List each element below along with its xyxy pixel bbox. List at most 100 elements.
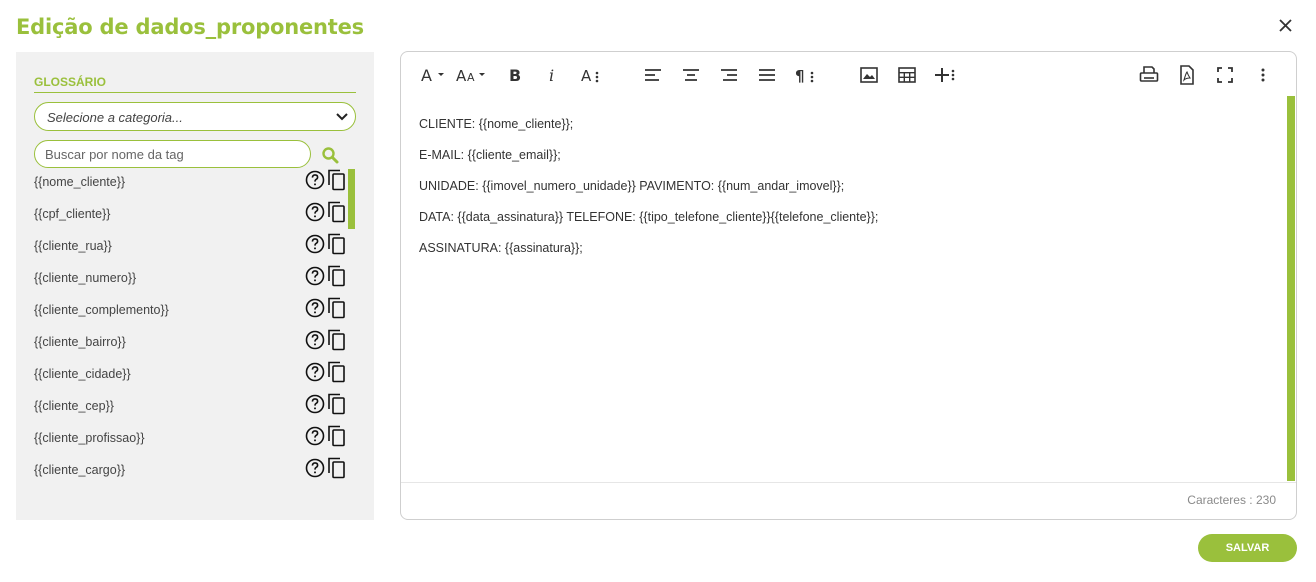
tag-name: {{cpf_cliente}} [34,207,111,221]
editor-content[interactable]: CLIENTE: {{nome_cliente}}; E-MAIL: {{cli… [419,116,1279,271]
insert-image-button[interactable] [858,64,880,86]
editor-line: E-MAIL: {{cliente_email}}; [419,148,561,162]
rich-text-editor: A AA B i A ¶ CLIENTE: {{nome_cliente}}; … [400,51,1297,520]
svg-text:A: A [421,66,432,85]
help-icon[interactable] [305,298,325,318]
glossary-divider [34,92,356,93]
copy-icon[interactable] [328,457,346,479]
align-right-icon [721,69,737,81]
editor-line: ASSINATURA: {{assinatura}}; [419,241,583,255]
editor-scrollbar[interactable] [1287,96,1295,481]
editor-line: UNIDADE: {{imovel_numero_unidade}} PAVIM… [419,179,845,193]
copy-icon[interactable] [328,201,346,223]
copy-icon[interactable] [328,361,346,383]
help-icon[interactable] [305,330,325,350]
tag-row: {{cliente_cargo}} [34,454,356,486]
tag-name: {{cliente_bairro}} [34,335,126,349]
tag-row: {{cliente_profissao}} [34,422,356,454]
bold-button[interactable]: B [503,64,525,86]
tag-name: {{cliente_numero}} [34,271,137,285]
copy-icon[interactable] [328,233,346,255]
help-icon[interactable] [305,426,325,446]
font-family-button[interactable]: A [419,64,449,86]
dialog-title: Edição de dados_proponentes [16,15,364,39]
category-select[interactable]: Selecione a categoria... [34,102,356,131]
help-icon[interactable] [305,202,325,222]
align-left-icon [645,69,661,81]
fullscreen-button[interactable] [1214,64,1236,86]
svg-text:A: A [467,71,475,84]
character-count: Caracteres : 230 [1187,493,1276,507]
italic-icon: i [549,66,554,85]
font-size-icon: AA [456,67,485,85]
font-family-icon: A [421,66,444,85]
more-options-button[interactable] [1252,64,1274,86]
more-vertical-icon [1261,68,1265,82]
search-icon[interactable] [321,146,341,166]
copy-icon[interactable] [328,425,346,447]
editor-footer-divider [401,482,1296,483]
editor-line: DATA: {{data_assinatura}} TELEFONE: {{ti… [419,210,879,224]
tag-row: {{cpf_cliente}} [34,198,356,230]
tag-search-input[interactable]: Buscar por nome da tag [34,140,311,168]
align-right-button[interactable] [718,64,740,86]
text-style-button[interactable]: A [579,64,601,86]
tag-name: {{cliente_profissao}} [34,431,145,445]
align-center-icon [683,69,699,81]
align-center-button[interactable] [680,64,702,86]
tag-row: {{cliente_cidade}} [34,358,356,390]
copy-icon[interactable] [328,393,346,415]
paragraph-icon: ¶ [795,67,814,85]
plus-more-icon [935,68,955,82]
fullscreen-icon [1217,67,1233,83]
copy-icon[interactable] [328,265,346,287]
help-icon[interactable] [305,458,325,478]
close-icon[interactable] [1276,16,1296,36]
help-icon[interactable] [305,170,325,190]
align-justify-icon [759,69,775,81]
help-icon[interactable] [305,234,325,254]
help-icon[interactable] [305,394,325,414]
svg-text:i: i [549,66,554,85]
tag-list: {{nome_cliente}} {{cpf_cliente}} {{clien… [34,166,356,486]
tag-row: {{cliente_cep}} [34,390,356,422]
save-button[interactable]: SALVAR [1198,534,1297,562]
print-icon [1139,66,1159,82]
table-icon [898,67,916,83]
tag-name: {{cliente_cep}} [34,399,114,413]
tag-search-placeholder: Buscar por nome da tag [45,147,184,162]
help-icon[interactable] [305,266,325,286]
copy-icon[interactable] [328,169,346,191]
svg-text:B: B [509,66,521,85]
glossary-title: GLOSSÁRIO [34,75,107,89]
help-icon[interactable] [305,362,325,382]
export-pdf-button[interactable] [1176,64,1198,86]
image-icon [860,67,878,83]
tag-name: {{nome_cliente}} [34,175,126,189]
pdf-icon [1180,65,1194,85]
editor-toolbar: A AA B i A ¶ [401,52,1296,96]
insert-table-button[interactable] [896,64,918,86]
tag-row: {{nome_cliente}} [34,166,356,198]
align-justify-button[interactable] [756,64,778,86]
svg-text:A: A [581,67,592,85]
svg-text:¶: ¶ [795,67,805,85]
glossary-panel: GLOSSÁRIO Selecione a categoria... Busca… [16,52,374,520]
tag-row: {{cliente_rua}} [34,230,356,262]
editor-line: CLIENTE: {{nome_cliente}}; [419,117,574,131]
insert-more-button[interactable] [934,64,956,86]
tag-name: {{cliente_cargo}} [34,463,126,477]
glossary-scrollbar[interactable] [348,169,355,229]
font-size-button[interactable]: AA [455,64,487,86]
tag-name: {{cliente_rua}} [34,239,112,253]
copy-icon[interactable] [328,329,346,351]
align-left-button[interactable] [642,64,664,86]
print-button[interactable] [1138,64,1160,86]
paragraph-button[interactable]: ¶ [794,64,816,86]
chevron-down-icon [336,113,348,121]
copy-icon[interactable] [328,297,346,319]
category-select-value: Selecione a categoria... [47,110,183,125]
italic-button[interactable]: i [541,64,563,86]
tag-row: {{cliente_bairro}} [34,326,356,358]
tag-name: {{cliente_complemento}} [34,303,169,317]
